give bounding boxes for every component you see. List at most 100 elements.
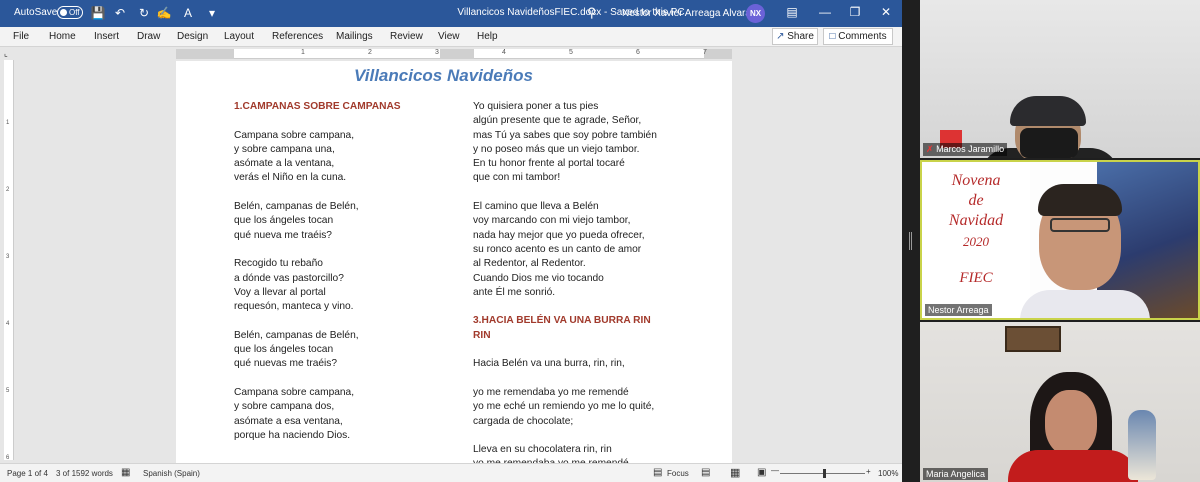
user-avatar[interactable]: NX — [746, 4, 765, 23]
poster-line: 2020 — [963, 234, 989, 249]
word-window: AutoSave Off 💾 ↶ ↻ ✍ A ▾ Villancicos Nav… — [0, 0, 902, 482]
lyric-line: Cuando Dios me vio tocando — [473, 272, 604, 284]
lyric-line: qué nuevas me traéis? — [234, 358, 338, 370]
participant-cap — [1010, 96, 1086, 126]
ribbon-tabs: File Home Insert Draw Design Layout Refe… — [0, 27, 902, 47]
ruler-number: 6 — [6, 455, 10, 461]
participant-body — [1008, 450, 1138, 482]
tab-review[interactable]: Review — [390, 31, 423, 42]
ribbon-display-icon[interactable]: ▤ — [782, 5, 802, 21]
search-icon[interactable]: ⚲ — [587, 5, 597, 21]
web-layout-icon[interactable]: ▣ — [757, 467, 766, 478]
zoom-out-icon[interactable]: — — [771, 466, 779, 475]
lyric-line: que con mi tambor! — [473, 172, 561, 184]
status-bar: Page 1 of 4 3 of 1592 words ▦ Spanish (S… — [0, 463, 902, 482]
lyric-line: yo me remendaba yo me remendé — [473, 386, 629, 398]
video-tile-marcos[interactable]: ✗ Marcos Jaramillo — [920, 0, 1200, 158]
horizontal-ruler[interactable]: 1 2 3 4 5 6 7 — [176, 49, 732, 59]
lyric-line: al Redentor, al Redentor. — [473, 258, 586, 270]
title-bar: AutoSave Off 💾 ↶ ↻ ✍ A ▾ Villancicos Nav… — [0, 0, 902, 27]
lyric-line: Hacia Belén va una burra, rin, rin, — [473, 358, 625, 370]
lyric-line: y sobre campana dos, — [234, 401, 335, 413]
video-tile-maria[interactable]: Maria Angelica — [920, 322, 1200, 482]
tab-mailings[interactable]: Mailings — [336, 31, 373, 42]
lyric-line: Voy a llevar al portal — [234, 286, 326, 298]
tab-home[interactable]: Home — [49, 31, 76, 42]
lyric-line: El camino que lleva a Belén — [473, 201, 599, 213]
lyric-line: que los ángeles tocan — [234, 344, 334, 356]
document-page[interactable]: Villancicos Navideños 1.CAMPANAS SOBRE C… — [176, 61, 732, 463]
restore-icon[interactable]: ❐ — [845, 5, 865, 21]
song-title: 1.CAMPANAS SOBRE CAMPANAS — [234, 101, 401, 112]
lyric-line: yo me eché un remiendo yo me lo quité, — [473, 401, 655, 413]
comments-label: Comments — [838, 31, 887, 42]
page-indicator[interactable]: Page 1 of 4 — [7, 469, 48, 478]
user-name[interactable]: Nestor Xavier Arreaga Alvarado — [622, 8, 762, 19]
poster-line: Novena — [951, 172, 1001, 189]
panel-divider[interactable] — [902, 0, 920, 482]
lyric-line: mas Tú ya sabes que soy pobre también — [473, 129, 657, 141]
ruler-number: 7 — [703, 49, 707, 56]
share-button[interactable]: ↗ Share — [772, 28, 818, 45]
lyric-line: y sobre campana una, — [234, 143, 335, 155]
word-count[interactable]: 3 of 1592 words — [56, 469, 113, 478]
focus-label[interactable]: Focus — [667, 469, 689, 478]
share-icon: ↗ — [776, 31, 785, 42]
read-mode-icon[interactable]: ▤ — [701, 467, 710, 478]
tab-selector-icon[interactable]: ⌞ — [4, 49, 16, 59]
lyric-line: asómate a esa ventana, — [234, 415, 343, 427]
zoom-level[interactable]: 100% — [878, 469, 898, 478]
participant-face — [1045, 390, 1097, 456]
poster-line: FIEC — [959, 270, 993, 286]
song-title: RIN — [473, 329, 491, 341]
tab-draw[interactable]: Draw — [137, 31, 160, 42]
lyric-line: nada hay mejor que yo pueda ofrecer, — [473, 229, 645, 241]
ruler-number: 1 — [301, 49, 305, 56]
close-icon[interactable]: ✕ — [876, 5, 896, 21]
proofing-icon[interactable]: ▦ — [121, 467, 130, 478]
lyric-line: Belén, campanas de Belén, — [234, 201, 359, 213]
muted-mic-icon: ✗ — [926, 144, 934, 154]
tab-insert[interactable]: Insert — [94, 31, 119, 42]
wall-picture — [1005, 326, 1061, 352]
comments-button[interactable]: □ Comments — [823, 28, 893, 45]
participant-name: Maria Angelica — [923, 468, 989, 480]
lyric-line: Recogido tu rebaño — [234, 258, 323, 270]
lyric-line: algún presente que te agrade, Señor, — [473, 115, 642, 127]
tab-file[interactable]: File — [13, 31, 29, 42]
vertical-ruler[interactable]: 1 2 3 4 5 6 — [4, 60, 14, 461]
lyric-line: qué nueva me traéis? — [234, 229, 332, 241]
focus-icon[interactable]: ▤ — [653, 467, 662, 478]
tab-references[interactable]: References — [272, 31, 323, 42]
lyric-line: Belén, campanas de Belén, — [234, 329, 359, 341]
resize-handle[interactable] — [909, 232, 912, 250]
zoom-slider-handle[interactable] — [823, 469, 826, 478]
lyric-line: que los ángeles tocan — [234, 215, 334, 227]
tab-design[interactable]: Design — [177, 31, 208, 42]
zoom-in-icon[interactable]: + — [866, 467, 871, 476]
language-indicator[interactable]: Spanish (Spain) — [143, 469, 200, 478]
minimize-icon[interactable]: — — [815, 5, 835, 21]
lyric-line: En tu honor frente al portal tocaré — [473, 158, 625, 170]
print-layout-icon[interactable]: ▦ — [730, 466, 740, 479]
video-tile-nestor[interactable]: Novena de Navidad 2020 FIEC Nestor Arrea… — [920, 160, 1200, 320]
participant-body — [1020, 290, 1150, 318]
tab-view[interactable]: View — [438, 31, 460, 42]
participant-name: Nestor Arreaga — [925, 304, 992, 316]
participant-name: ✗ Marcos Jaramillo — [923, 143, 1008, 156]
ruler-number: 3 — [435, 49, 439, 56]
tab-help[interactable]: Help — [477, 31, 498, 42]
screen: AutoSave Off 💾 ↶ ↻ ✍ A ▾ Villancicos Nav… — [0, 0, 1200, 482]
document-heading: Villancicos Navideños — [354, 66, 533, 85]
tab-layout[interactable]: Layout — [224, 31, 254, 42]
participant-hair — [1038, 184, 1122, 216]
document-column-2: Yo quisiera poner a tus pies algún presen… — [473, 100, 703, 463]
